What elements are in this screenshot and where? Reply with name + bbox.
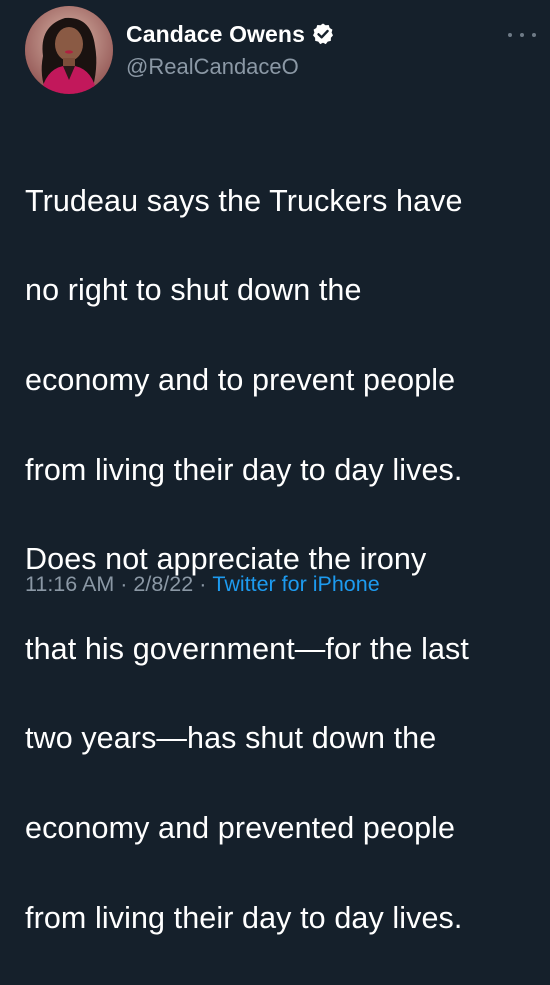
tweet-text: Trudeau says the Truckers have no right …: [25, 134, 540, 985]
tweet-source-link[interactable]: Twitter for iPhone: [212, 572, 379, 596]
author-handle[interactable]: @RealCandaceO: [126, 53, 299, 81]
tweet-metadata: 11:16 AM · 2/8/22 · Twitter for iPhone: [25, 570, 380, 598]
avatar[interactable]: [25, 6, 113, 94]
verified-badge-icon: [311, 22, 335, 46]
tweet-text-line: from living their day to day lives.: [25, 452, 463, 487]
more-options-icon[interactable]: [508, 30, 536, 40]
tweet-card: Candace Owens @RealCandaceO Trudeau says…: [0, 0, 550, 935]
tweet-text-line: from living their day to day lives.: [25, 900, 463, 935]
tweet-time[interactable]: 11:16 AM: [25, 572, 114, 596]
tweet-text-line: no right to shut down the: [25, 273, 362, 308]
tweet-text-line: two years—has shut down the: [25, 721, 437, 756]
tweet-text-line: that his government—for the last: [25, 631, 469, 666]
separator-dot: ·: [120, 572, 128, 596]
separator-dot: ·: [199, 572, 207, 596]
tweet-text-line: economy and prevented people: [25, 810, 456, 845]
tweet-date[interactable]: 2/8/22: [133, 572, 193, 596]
author-display-name[interactable]: Candace Owens: [126, 20, 305, 48]
tweet-text-line: Trudeau says the Truckers have: [25, 183, 463, 218]
tweet-text-line: economy and to prevent people: [25, 362, 456, 397]
author-name-row: Candace Owens: [126, 20, 335, 48]
avatar-photo: [25, 6, 113, 94]
